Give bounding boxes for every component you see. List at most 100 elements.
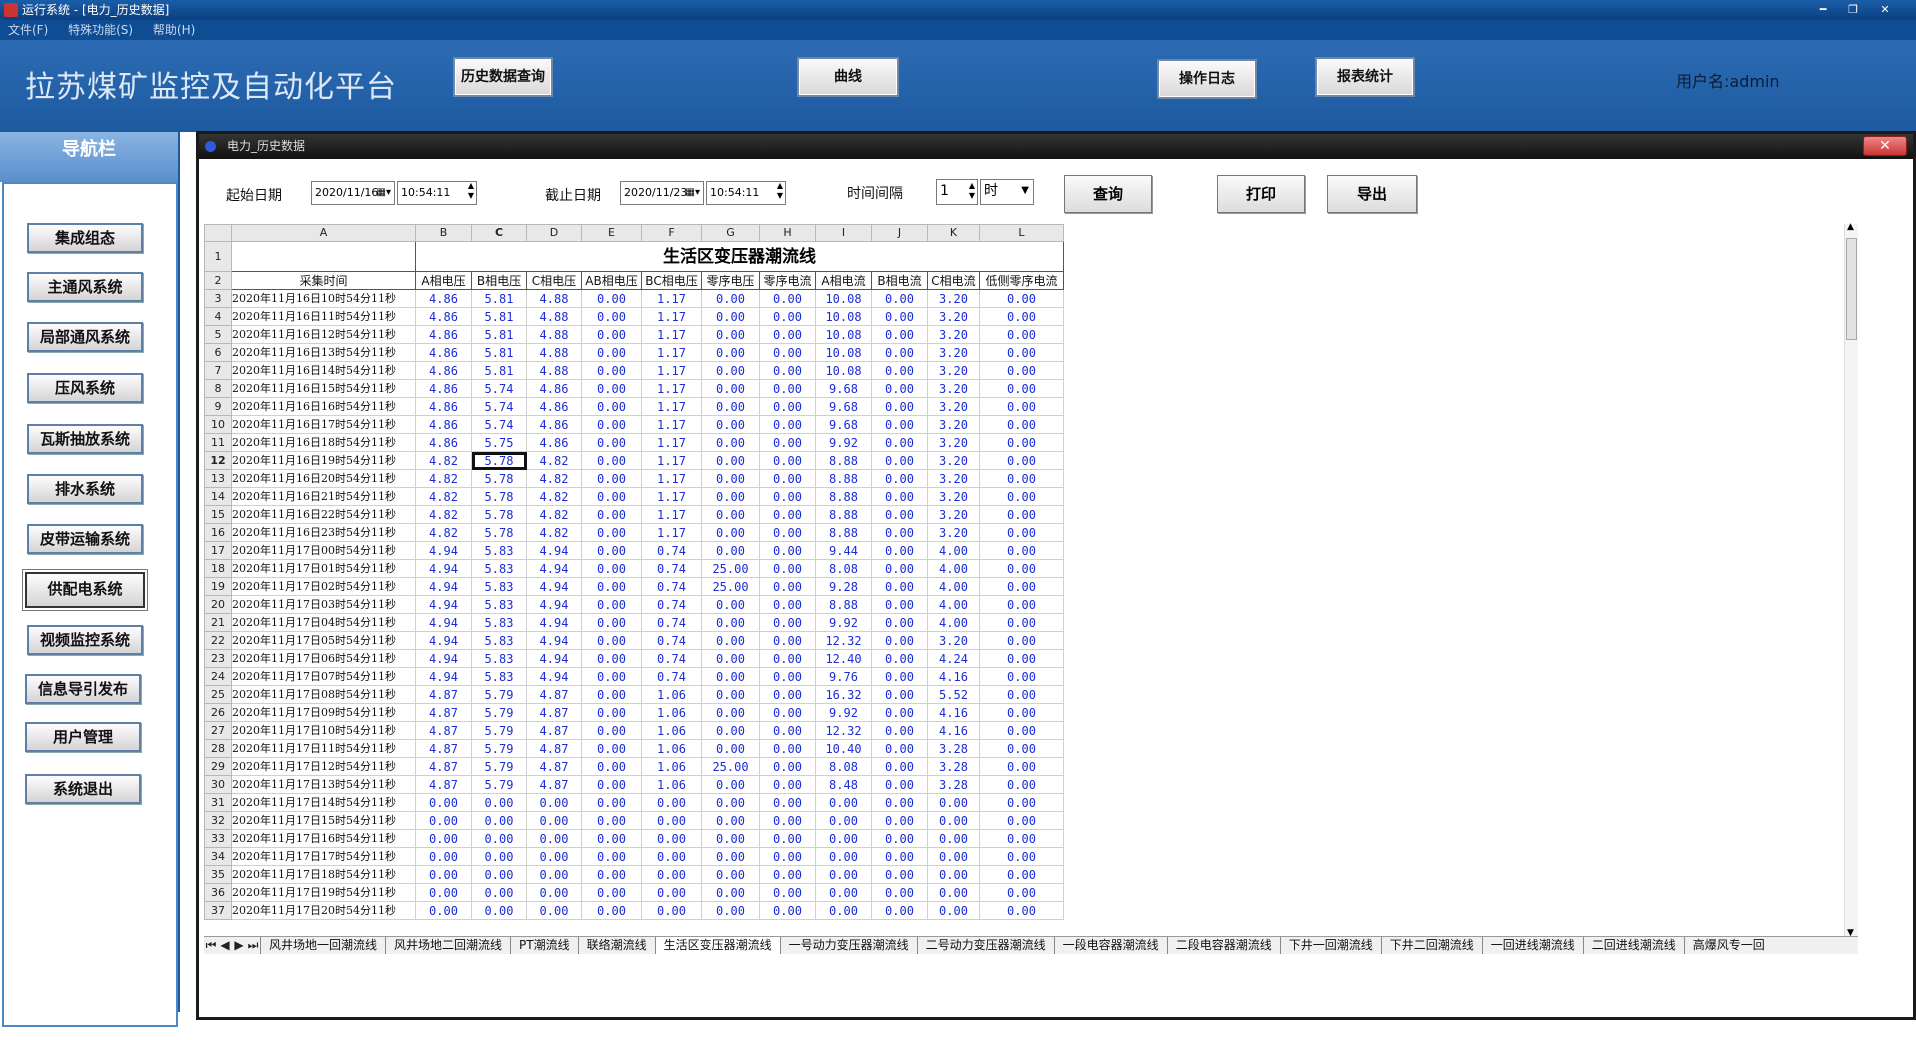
value-cell[interactable]: 3.20	[927, 397, 980, 416]
value-cell[interactable]: 0.00	[581, 649, 642, 668]
value-cell[interactable]: 0.00	[581, 415, 642, 434]
value-cell[interactable]: 10.08	[815, 343, 872, 362]
value-cell[interactable]: 0.00	[759, 559, 816, 578]
value-cell[interactable]: 12.32	[815, 631, 872, 650]
value-cell[interactable]: 8.88	[815, 523, 872, 542]
value-cell[interactable]: 4.94	[526, 631, 582, 650]
value-cell[interactable]: 0.00	[581, 469, 642, 488]
sheet-tab[interactable]: 二号动力变压器潮流线	[916, 937, 1054, 954]
value-cell[interactable]: 1.06	[641, 775, 702, 794]
column-header[interactable]: 采集时间	[231, 271, 416, 290]
value-cell[interactable]: 0.00	[701, 523, 760, 542]
value-cell[interactable]: 0.00	[871, 595, 928, 614]
value-cell[interactable]: 0.00	[581, 631, 642, 650]
value-cell[interactable]: 0.00	[871, 307, 928, 326]
time-cell[interactable]: 2020年11月16日19时54分11秒	[231, 451, 416, 470]
value-cell[interactable]: 5.78	[471, 523, 527, 542]
time-cell[interactable]: 2020年11月16日14时54分11秒	[231, 361, 416, 380]
value-cell[interactable]: 5.79	[471, 757, 527, 776]
value-cell[interactable]: 4.00	[927, 541, 980, 560]
value-cell[interactable]: 0.00	[759, 469, 816, 488]
value-cell[interactable]: 4.94	[526, 595, 582, 614]
row-number[interactable]: 28	[204, 739, 232, 758]
value-cell[interactable]: 1.06	[641, 757, 702, 776]
value-cell[interactable]: 0.00	[871, 415, 928, 434]
time-cell[interactable]: 2020年11月17日20时54分11秒	[231, 901, 416, 920]
time-cell[interactable]: 2020年11月17日01时54分11秒	[231, 559, 416, 578]
value-cell[interactable]: 10.40	[815, 739, 872, 758]
value-cell[interactable]: 4.88	[526, 343, 582, 362]
value-cell[interactable]: 0.00	[581, 811, 642, 830]
value-cell[interactable]: 1.17	[641, 415, 702, 434]
value-cell[interactable]: 0.00	[526, 811, 582, 830]
value-cell[interactable]: 0.00	[701, 505, 760, 524]
menu-help[interactable]: 帮助(H)	[153, 20, 195, 40]
column-letter-j[interactable]: J	[871, 224, 928, 242]
row-number[interactable]: 13	[204, 469, 232, 488]
value-cell[interactable]: 0.00	[979, 649, 1064, 668]
value-cell[interactable]: 9.92	[815, 703, 872, 722]
nav-item-user-management[interactable]: 用户管理	[25, 722, 141, 752]
value-cell[interactable]: 3.20	[927, 631, 980, 650]
value-cell[interactable]: 0.00	[701, 901, 760, 920]
value-cell[interactable]: 0.00	[927, 829, 980, 848]
value-cell[interactable]: 0.00	[701, 685, 760, 704]
value-cell[interactable]: 0.00	[581, 595, 642, 614]
value-cell[interactable]: 0.00	[759, 415, 816, 434]
value-cell[interactable]: 0.00	[871, 739, 928, 758]
time-cell[interactable]: 2020年11月17日08时54分11秒	[231, 685, 416, 704]
value-cell[interactable]: 4.94	[415, 649, 472, 668]
value-cell[interactable]: 0.00	[871, 793, 928, 812]
value-cell[interactable]: 5.79	[471, 739, 527, 758]
end-time-input[interactable]: 10:54:11 ▲ ▼	[706, 181, 786, 205]
row-number[interactable]: 18	[204, 559, 232, 578]
spinner-icon[interactable]: ▲ ▼	[969, 181, 975, 201]
nav-item-power-supply[interactable]: 供配电系统	[25, 572, 145, 608]
column-letter-i[interactable]: I	[815, 224, 872, 242]
row-number[interactable]: 5	[204, 325, 232, 344]
value-cell[interactable]: 0.00	[415, 811, 472, 830]
value-cell[interactable]: 0.00	[871, 613, 928, 632]
value-cell[interactable]: 0.74	[641, 595, 702, 614]
value-cell[interactable]: 5.83	[471, 649, 527, 668]
value-cell[interactable]: 0.00	[815, 847, 872, 866]
value-cell[interactable]: 0.00	[871, 685, 928, 704]
value-cell[interactable]: 4.86	[415, 379, 472, 398]
value-cell[interactable]: 0.00	[701, 721, 760, 740]
menu-file[interactable]: 文件(F)	[8, 20, 48, 40]
value-cell[interactable]: 0.00	[415, 865, 472, 884]
time-cell[interactable]: 2020年11月16日22时54分11秒	[231, 505, 416, 524]
value-cell[interactable]: 4.87	[415, 685, 472, 704]
value-cell[interactable]: 0.00	[927, 865, 980, 884]
value-cell[interactable]: 9.92	[815, 433, 872, 452]
value-cell[interactable]: 25.00	[701, 559, 760, 578]
value-cell[interactable]: 25.00	[701, 757, 760, 776]
value-cell[interactable]: 16.32	[815, 685, 872, 704]
value-cell[interactable]: 8.88	[815, 451, 872, 470]
value-cell[interactable]: 4.16	[927, 703, 980, 722]
column-header[interactable]: B相电流	[871, 271, 928, 290]
value-cell[interactable]: 4.00	[927, 577, 980, 596]
value-cell[interactable]: 3.28	[927, 775, 980, 794]
value-cell[interactable]: 0.00	[701, 829, 760, 848]
value-cell[interactable]: 0.00	[979, 469, 1064, 488]
value-cell[interactable]: 0.00	[641, 847, 702, 866]
nav-item-integrated[interactable]: 集成组态	[27, 223, 143, 253]
value-cell[interactable]: 4.87	[415, 775, 472, 794]
value-cell[interactable]: 0.00	[471, 865, 527, 884]
value-cell[interactable]: 4.16	[927, 667, 980, 686]
value-cell[interactable]: 0.00	[871, 505, 928, 524]
value-cell[interactable]: 0.00	[871, 703, 928, 722]
row-number[interactable]: 12	[204, 451, 232, 470]
spinner-icon[interactable]: ▲ ▼	[777, 181, 783, 201]
value-cell[interactable]: 0.00	[759, 793, 816, 812]
column-letter-l[interactable]: L	[979, 224, 1064, 242]
time-cell[interactable]: 2020年11月16日16时54分11秒	[231, 397, 416, 416]
value-cell[interactable]: 0.00	[759, 343, 816, 362]
value-cell[interactable]: 0.00	[701, 361, 760, 380]
value-cell[interactable]: 0.00	[759, 361, 816, 380]
value-cell[interactable]: 0.00	[701, 703, 760, 722]
value-cell[interactable]: 0.00	[581, 865, 642, 884]
value-cell[interactable]: 0.00	[871, 361, 928, 380]
sheet-tab[interactable]: 风井场地二回潮流线	[385, 937, 510, 954]
